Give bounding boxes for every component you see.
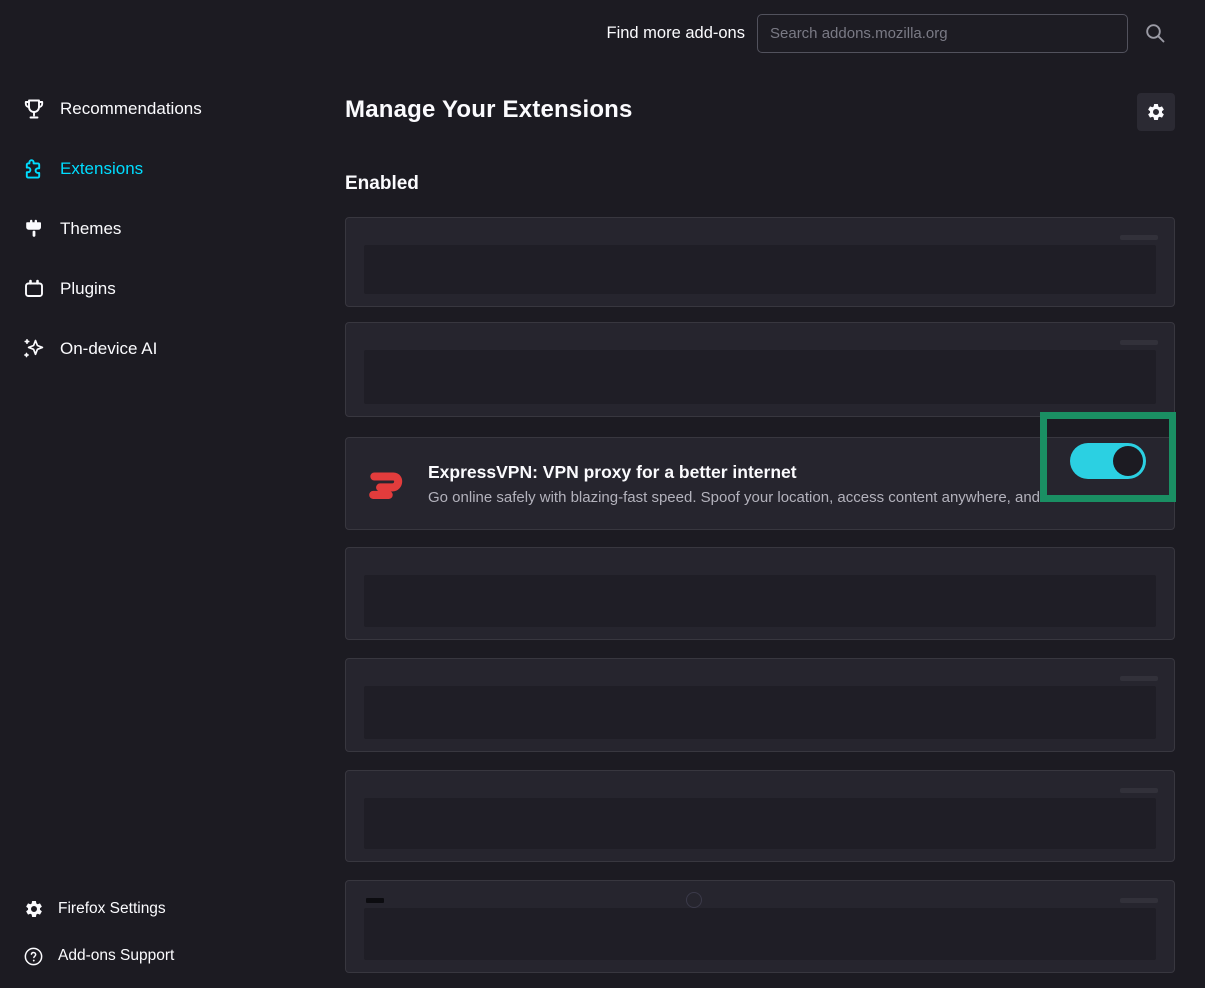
extension-card-placeholder[interactable] — [345, 547, 1175, 640]
extension-card-expressvpn[interactable]: ExpressVPN: VPN proxy for a better inter… — [345, 437, 1175, 530]
sidebar-item-on-device-ai[interactable]: On-device AI — [0, 319, 345, 379]
find-more-addons-label: Find more add-ons — [588, 14, 745, 53]
plug-icon — [21, 276, 47, 302]
sidebar-item-label: On-device AI — [60, 339, 157, 359]
extension-card-placeholder[interactable] — [345, 770, 1175, 862]
search-box — [757, 14, 1128, 53]
sidebar-item-recommendations[interactable]: Recommendations — [0, 79, 345, 139]
redacted-content — [364, 798, 1156, 849]
toggle-knob — [1113, 446, 1143, 476]
trophy-icon — [21, 96, 47, 122]
extension-text-block: ExpressVPN: VPN proxy for a better inter… — [428, 462, 1057, 506]
sidebar-item-addons-support[interactable]: Add-ons Support — [0, 936, 345, 976]
sidebar-item-label: Themes — [60, 219, 121, 239]
redacted-mark — [366, 898, 384, 903]
search-icon[interactable] — [1142, 21, 1168, 47]
extension-card-placeholder[interactable] — [345, 880, 1175, 973]
expressvpn-logo-icon — [364, 461, 410, 507]
extension-name: ExpressVPN: VPN proxy for a better inter… — [428, 462, 1057, 483]
redacted-toggle — [1120, 235, 1158, 240]
sidebar-item-firefox-settings[interactable]: Firefox Settings — [0, 889, 345, 929]
enabled-section-heading: Enabled — [345, 173, 419, 195]
page-title: Manage Your Extensions — [345, 96, 633, 124]
sidebar-footer-label: Firefox Settings — [58, 900, 166, 918]
sparkles-icon — [21, 336, 47, 362]
redacted-content — [364, 908, 1156, 960]
redacted-toggle — [1120, 788, 1158, 793]
paintbrush-icon — [21, 216, 47, 242]
sidebar-item-label: Recommendations — [60, 99, 202, 119]
main-content: Manage Your Extensions Enabled ExpressVP… — [345, 70, 1175, 988]
question-circle-icon — [23, 946, 44, 967]
redacted-toggle — [1120, 676, 1158, 681]
puzzle-icon — [21, 156, 47, 182]
extension-card-placeholder[interactable] — [345, 217, 1175, 307]
redacted-content — [364, 575, 1156, 627]
gear-icon — [1146, 102, 1166, 122]
extension-card-placeholder[interactable] — [345, 658, 1175, 752]
expressvpn-enable-toggle[interactable] — [1070, 443, 1146, 479]
redacted-content — [364, 686, 1156, 739]
extension-card-placeholder[interactable] — [345, 322, 1175, 417]
redacted-toggle — [1120, 340, 1158, 345]
sidebar-item-label: Plugins — [60, 279, 116, 299]
sidebar-item-themes[interactable]: Themes — [0, 199, 345, 259]
extension-description: Go online safely with blazing-fast speed… — [428, 489, 1057, 506]
search-input[interactable] — [757, 14, 1128, 53]
redacted-content — [364, 350, 1156, 404]
topbar: Find more add-ons — [0, 0, 1205, 70]
redacted-toggle — [1120, 898, 1158, 903]
sidebar-item-extensions[interactable]: Extensions — [0, 139, 345, 199]
redacted-content — [364, 245, 1156, 294]
sidebar-item-label: Extensions — [60, 159, 143, 179]
sidebar-item-plugins[interactable]: Plugins — [0, 259, 345, 319]
gear-icon — [23, 899, 44, 920]
redacted-icon — [686, 892, 702, 908]
sidebar: Recommendations Extensions Themes Plugin… — [0, 70, 345, 988]
tools-gear-button[interactable] — [1137, 93, 1175, 131]
sidebar-footer-label: Add-ons Support — [58, 947, 174, 965]
